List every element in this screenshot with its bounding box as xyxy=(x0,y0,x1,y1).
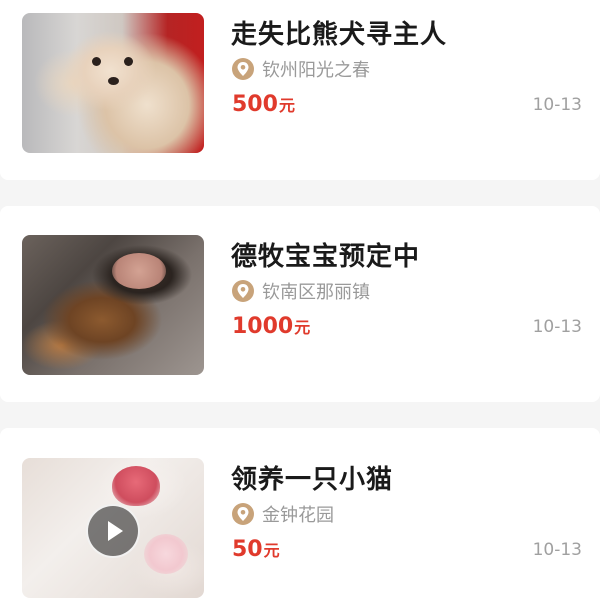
price-value: 500 xyxy=(232,92,278,117)
listing-date: 10-13 xyxy=(532,95,582,115)
puppies-photo-detail xyxy=(112,253,166,289)
listing-card[interactable]: 德牧宝宝预定中 钦南区那丽镇 1000元 10-13 xyxy=(0,206,600,402)
listing-title[interactable]: 德牧宝宝预定中 xyxy=(231,236,420,273)
price-value: 50 xyxy=(232,537,263,562)
location-text: 钦州阳光之春 xyxy=(262,60,370,81)
cat-tongue xyxy=(112,466,160,506)
location-pin-icon xyxy=(232,280,254,302)
play-video-button[interactable] xyxy=(86,504,140,558)
dog-eye xyxy=(124,57,133,66)
location-text: 金钟花园 xyxy=(262,505,334,526)
location-pin-icon xyxy=(232,58,254,80)
listing-price: 1000元 xyxy=(232,314,310,339)
play-icon xyxy=(108,521,123,541)
listing-thumbnail[interactable] xyxy=(22,235,204,375)
price-unit: 元 xyxy=(263,541,280,560)
listing-thumbnail[interactable] xyxy=(22,458,204,598)
location-text: 钦南区那丽镇 xyxy=(262,282,370,303)
listing-location: 金钟花园 xyxy=(232,502,334,526)
dog-eye xyxy=(92,57,101,66)
listing-title[interactable]: 走失比熊犬寻主人 xyxy=(231,14,447,51)
dog-nose xyxy=(108,77,119,85)
cat-paw xyxy=(144,534,188,574)
location-pin-icon xyxy=(232,503,254,525)
price-unit: 元 xyxy=(278,96,295,115)
listing-price: 500元 xyxy=(232,92,295,117)
listing-title[interactable]: 领养一只小猫 xyxy=(231,459,393,496)
listing-price: 50元 xyxy=(232,537,280,562)
listing-card[interactable]: 走失比熊犬寻主人 钦州阳光之春 500元 10-13 xyxy=(0,0,600,180)
price-value: 1000 xyxy=(232,314,294,339)
listing-list: 走失比熊犬寻主人 钦州阳光之春 500元 10-13 德牧宝宝预定中 钦南区那丽… xyxy=(0,0,600,608)
listing-location: 钦州阳光之春 xyxy=(232,57,370,81)
listing-date: 10-13 xyxy=(532,317,582,337)
listing-thumbnail[interactable] xyxy=(22,13,204,153)
listing-date: 10-13 xyxy=(532,540,582,560)
price-unit: 元 xyxy=(294,318,311,337)
listing-location: 钦南区那丽镇 xyxy=(232,279,370,303)
listing-card[interactable]: 领养一只小猫 金钟花园 50元 10-13 xyxy=(0,428,600,608)
